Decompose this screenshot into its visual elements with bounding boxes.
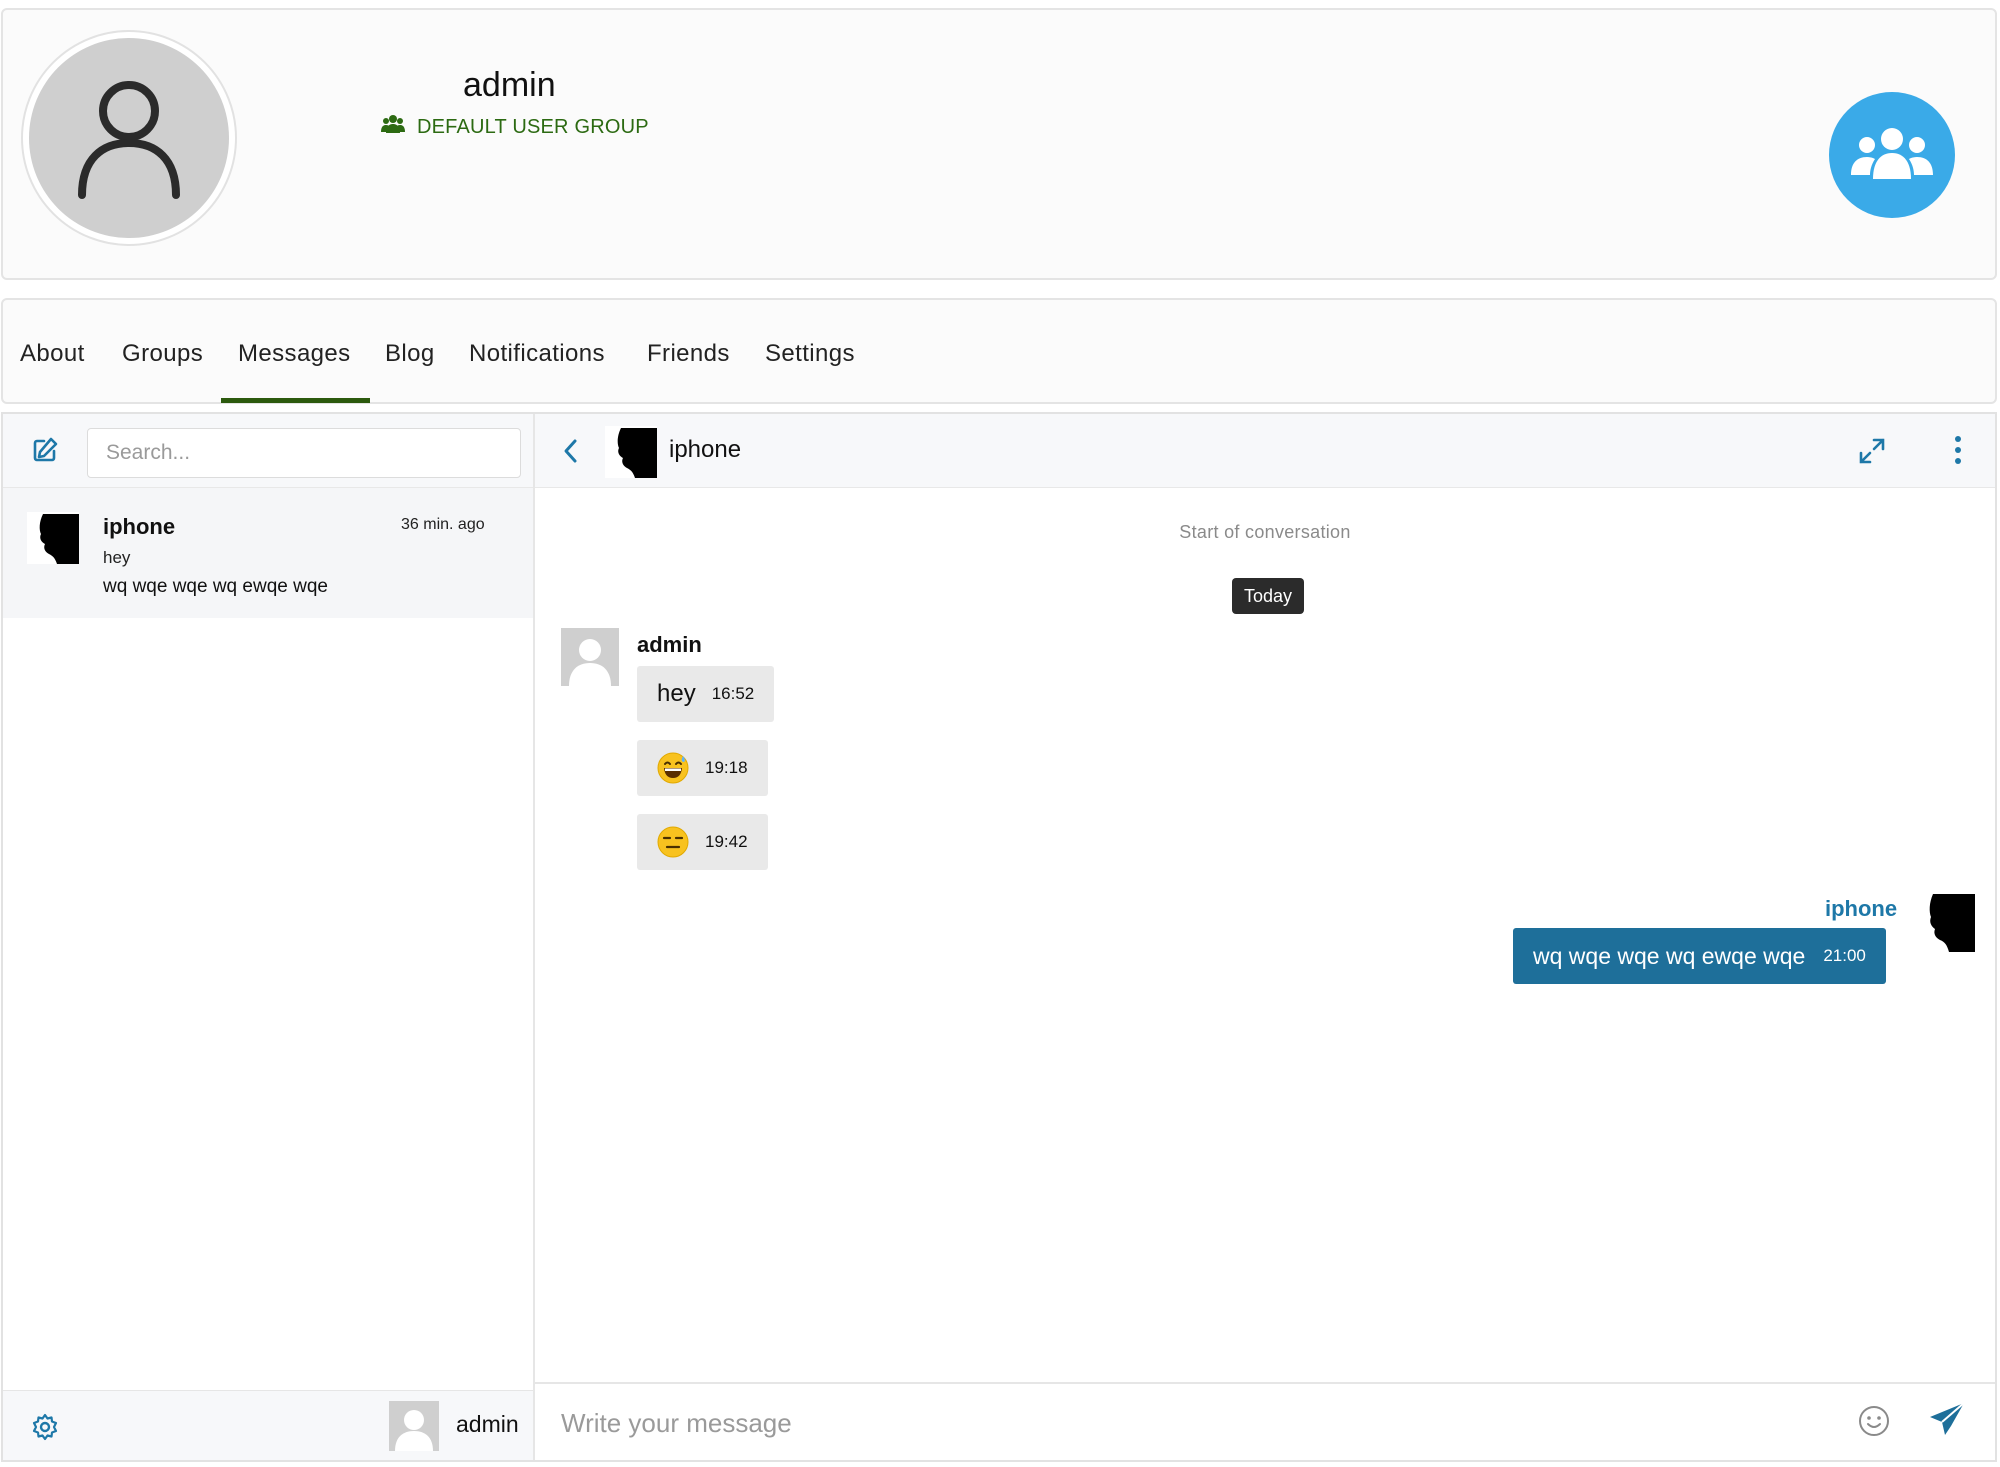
users-icon [381,114,405,140]
message-bubble[interactable]: wq wqe wqe wq ewqe wqe 21:00 [1513,928,1886,984]
chat-panel: iphone Start of conversation Today admin… [535,414,1995,1460]
messenger: iphone 36 min. ago hey wq wqe wqe wq ewq… [1,412,1997,1462]
user-group-badge[interactable]: DEFAULT USER GROUP [381,114,649,140]
smiley-icon[interactable] [1857,1404,1891,1443]
message-input[interactable] [559,1400,1839,1446]
tab-friends[interactable]: Friends [647,340,730,368]
tab-settings[interactable]: Settings [765,340,855,368]
message-text: hey [657,680,696,707]
default-user-icon [29,38,229,238]
gear-icon[interactable] [31,1413,59,1446]
group-icon [1847,123,1937,188]
message-sender: admin [637,632,702,657]
message-bubble[interactable]: 19:18 [637,740,768,796]
conversation-sidebar: iphone 36 min. ago hey wq wqe wqe wq ewq… [3,414,535,1460]
conversation-time: 36 min. ago [401,516,485,533]
profile-tabs: About Groups Messages Blog Notifications… [1,298,1997,404]
groups-button[interactable] [1829,92,1955,218]
message-sender: iphone [1825,896,1898,921]
expand-icon[interactable] [1857,436,1887,471]
send-icon[interactable] [1927,1400,1967,1445]
date-divider: Today [1232,578,1305,614]
profile-name: admin [463,66,556,104]
chat-title: iphone [669,436,742,463]
conversation-start-label: Start of conversation [1179,522,1351,542]
avatar[interactable] [561,628,619,686]
compose-icon[interactable] [31,436,59,469]
message-composer [535,1382,1995,1460]
profile-avatar[interactable] [21,30,237,246]
chat-contact-avatar [605,426,657,478]
grinning-sweat-emoji [657,752,689,784]
expressionless-emoji [657,826,689,858]
message-time: 19:42 [705,832,748,851]
tab-messages[interactable]: Messages [238,340,351,368]
profile-header: admin DEFAULT USER GROUP [1,8,1997,280]
chevron-left-icon[interactable] [561,438,581,469]
tab-groups[interactable]: Groups [122,340,203,368]
message-bubble[interactable]: hey 16:52 [637,666,775,722]
tab-notifications[interactable]: Notifications [469,340,605,368]
message-time: 16:52 [711,684,755,703]
avatar[interactable] [389,1401,439,1451]
sidebar-header [3,414,533,488]
tab-about[interactable]: About [20,340,85,368]
conversation-item[interactable]: iphone 36 min. ago hey wq wqe wqe wq ewq… [3,488,533,618]
chat-header: iphone [535,414,1995,488]
message-text: wq wqe wqe wq ewqe wqe [1533,942,1806,969]
active-tab-indicator [221,398,370,403]
message-time: 19:18 [705,758,748,777]
current-user-name: admin [456,1411,519,1437]
tab-blog[interactable]: Blog [385,340,435,368]
user-group-label: DEFAULT USER GROUP [417,115,649,138]
contact-avatar [27,512,79,564]
search-input[interactable] [87,428,521,478]
message-time: 21:00 [1823,946,1866,965]
conversation-preview: wq wqe wqe wq ewqe wqe [103,576,328,597]
conversation-name: iphone [103,514,176,539]
more-vertical-icon[interactable] [1953,434,1963,471]
sidebar-footer: admin [3,1390,533,1460]
message-bubble[interactable]: 19:42 [637,814,768,870]
avatar[interactable] [1915,892,1975,952]
conversation-preview: hey [103,548,131,567]
